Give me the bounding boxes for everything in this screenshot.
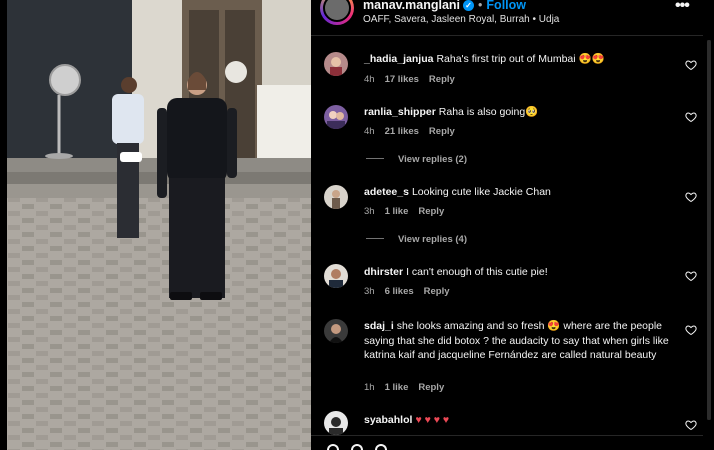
post-header: manav.manglani ✓ • Follow OAFF, Savera, Jas… [311, 0, 703, 36]
comment-time: 4h [364, 126, 375, 137]
more-options-icon[interactable]: ••• [675, 0, 695, 16]
heart-icon[interactable] [685, 270, 697, 282]
view-replies-button[interactable]: View replies (2) [366, 154, 467, 165]
comment-body: she looks amazing and so fresh 😍 where a… [364, 320, 669, 361]
heart-icon[interactable] [685, 111, 697, 123]
comment-text: sdaj_i she looks amazing and so fresh 😍 w… [364, 319, 674, 363]
comment-likes[interactable]: 1 like [385, 382, 409, 393]
author-avatar[interactable] [320, 0, 354, 25]
comment-username[interactable]: ranlia_shipper [364, 106, 436, 118]
comment-username[interactable]: sdaj_i [364, 320, 394, 332]
comment-meta: 3h 6 likes Reply [364, 286, 460, 297]
reply-button[interactable]: Reply [424, 286, 450, 297]
commenter-avatar[interactable] [324, 52, 348, 76]
comment-username[interactable]: _hadia_janjua [364, 53, 433, 65]
comment-body: Raha is also going🥺 [438, 106, 539, 118]
comment-meta: 4h 17 likes Reply [364, 74, 465, 85]
author-username[interactable]: manav.manglani [363, 0, 460, 12]
heart-icon[interactable] [685, 59, 697, 71]
author-line: manav.manglani ✓ • Follow [363, 0, 526, 12]
comment-time: 4h [364, 74, 375, 85]
follow-button[interactable]: Follow [486, 0, 526, 12]
heart-icon[interactable] [685, 191, 697, 203]
commenter-avatar[interactable] [324, 411, 348, 435]
share-icon[interactable] [375, 444, 387, 450]
comment-text: ranlia_shipper Raha is also going🥺 [364, 105, 674, 120]
comment-likes[interactable]: 21 likes [385, 126, 419, 137]
comment-icon[interactable] [351, 444, 363, 450]
comments-scrollbar[interactable] [707, 40, 711, 420]
verified-badge-icon: ✓ [463, 0, 475, 11]
comment-meta: 3h 1 like Reply [364, 206, 454, 217]
reply-button[interactable]: Reply [429, 126, 455, 137]
commenter-avatar[interactable] [324, 185, 348, 209]
comment-body: Looking cute like Jackie Chan [411, 186, 551, 198]
comment-time: 3h [364, 206, 375, 217]
view-replies-button[interactable]: View replies (4) [366, 234, 467, 245]
comment-body: ♥ ♥ ♥ ♥ [415, 414, 450, 426]
comment-username[interactable]: dhirster [364, 266, 403, 278]
comment-username[interactable]: syabahlol [364, 414, 412, 426]
comment-body: Raha's first trip out of Mumbai 😍😍 [436, 53, 605, 65]
commenter-avatar[interactable] [324, 105, 348, 129]
post-location[interactable]: OAFF, Savera, Jasleen Royal, Burrah • Ud… [363, 14, 559, 25]
comment-likes[interactable]: 1 like [385, 206, 409, 217]
comment-text: _hadia_janjua Raha's first trip out of Mu… [364, 52, 674, 67]
comments-list: _hadia_janjua Raha's first trip out of Mu… [311, 37, 703, 435]
view-replies-label: View replies (4) [398, 234, 467, 245]
comment-time: 3h [364, 286, 375, 297]
commenter-avatar[interactable] [324, 264, 348, 288]
reply-button[interactable]: Reply [418, 206, 444, 217]
like-icon[interactable] [327, 444, 339, 450]
heart-icon[interactable] [685, 324, 697, 336]
comment-username[interactable]: adetee_s [364, 186, 409, 198]
comment-likes[interactable]: 17 likes [385, 74, 419, 85]
commenter-avatar[interactable] [324, 319, 348, 343]
comments-panel: manav.manglani ✓ • Follow OAFF, Savera, Jas… [311, 0, 714, 450]
comment-time: 1h [364, 382, 375, 393]
reply-button[interactable]: Reply [429, 74, 455, 85]
scrollbar-thumb[interactable] [707, 40, 711, 420]
comment-likes[interactable]: 6 likes [385, 286, 414, 297]
comment-meta: 1h 1 like Reply [364, 382, 454, 393]
view-replies-label: View replies (2) [398, 154, 467, 165]
post-photo [7, 0, 311, 450]
reply-button[interactable]: Reply [418, 382, 444, 393]
post-action-bar [311, 435, 703, 450]
comment-body: I can't enough of this cutie pie! [406, 266, 548, 278]
comment-text: adetee_s Looking cute like Jackie Chan [364, 185, 674, 200]
separator-dot: • [478, 0, 483, 12]
comment-text: dhirster I can't enough of this cutie pie… [364, 265, 674, 280]
heart-icon[interactable] [685, 419, 697, 431]
comment-text: syabahlol ♥ ♥ ♥ ♥ [364, 413, 674, 428]
comment-meta: 4h 21 likes Reply [364, 126, 465, 137]
post-photo-illustration [7, 0, 311, 450]
